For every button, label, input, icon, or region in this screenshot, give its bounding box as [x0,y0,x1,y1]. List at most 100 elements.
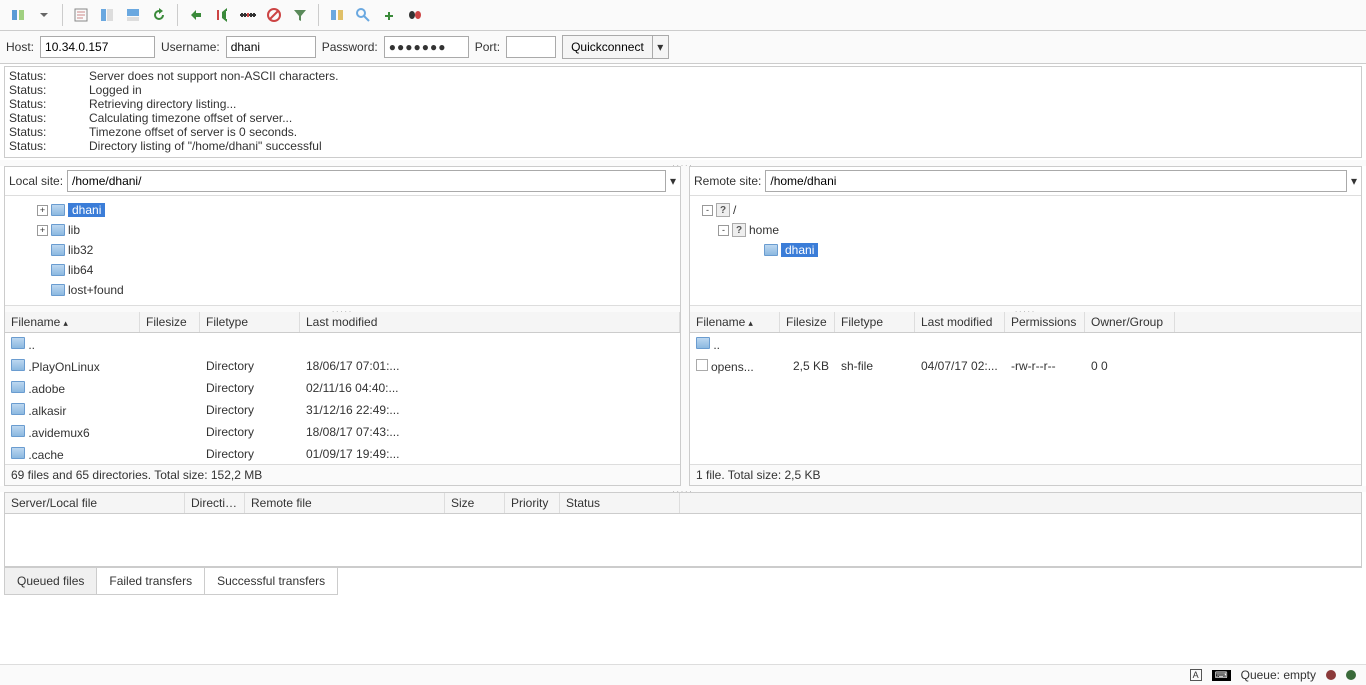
disconnect-icon[interactable] [236,3,260,27]
folder-icon [51,264,65,276]
log-label: Status: [9,111,89,125]
folder-icon [51,284,65,296]
column-header[interactable]: Remote file [245,493,445,513]
tree-item[interactable]: lost+found [7,280,678,300]
column-header[interactable]: Filetype [200,312,300,332]
tree-item[interactable]: + lib [7,220,678,240]
main-toolbar [0,0,1366,31]
process-queue-icon[interactable] [184,3,208,27]
bookmark-icon[interactable] [377,3,401,27]
password-input[interactable]: ●●●●●●● [384,36,469,58]
reconnect-icon[interactable] [262,3,286,27]
toggle-tree-icon[interactable] [95,3,119,27]
queue-tabs: Queued files Failed transfers Successful… [4,567,1362,595]
tree-expander[interactable]: - [718,225,729,236]
tree-item[interactable]: lib64 [7,260,678,280]
column-header[interactable]: Filesize [140,312,200,332]
log-label: Status: [9,125,89,139]
column-header[interactable]: Status [560,493,680,513]
host-label: Host: [6,40,34,54]
find-icon[interactable] [403,3,427,27]
list-item[interactable]: .. [5,333,680,355]
column-header[interactable]: Size [445,493,505,513]
toggle-queue-icon[interactable] [121,3,145,27]
tree-label: lib64 [68,263,93,277]
tree-expander[interactable]: + [37,225,48,236]
password-label: Password: [322,40,378,54]
column-header[interactable]: Filetype [835,312,915,332]
splitter-panes[interactable] [681,166,689,486]
list-item[interactable]: .alkasirDirectory31/12/16 22:49:... [5,399,680,421]
list-item[interactable]: .cacheDirectory01/09/17 19:49:... [5,443,680,464]
tree-label: lib [68,223,80,237]
tab-queued[interactable]: Queued files [4,568,97,595]
remote-file-list[interactable]: ..opens...2,5 KBsh-file04/07/17 02:...-r… [690,333,1361,464]
tree-item[interactable]: -?home [692,220,1359,240]
log-panel[interactable]: Status:Server does not support non-ASCII… [4,66,1362,158]
column-header[interactable]: Server/Local file [5,493,185,513]
compare-icon[interactable] [325,3,349,27]
column-header[interactable]: Priority [505,493,560,513]
quickconnect-button[interactable]: Quickconnect [562,35,653,59]
column-header[interactable]: Filename▴ [690,312,780,332]
port-label: Port: [475,40,500,54]
remote-tree[interactable]: -?/-?home dhani [690,196,1361,306]
refresh-icon[interactable] [147,3,171,27]
sync-browse-icon[interactable] [351,3,375,27]
username-input[interactable] [226,36,316,58]
column-header[interactable]: Filesize [780,312,835,332]
tab-success[interactable]: Successful transfers [204,568,338,595]
tree-label: dhani [781,243,818,257]
chevron-down-icon[interactable]: ▾ [670,174,676,188]
cancel-icon[interactable] [210,3,234,27]
folder-icon [764,244,778,256]
site-manager-icon[interactable] [6,3,30,27]
tree-item[interactable]: + dhani [7,200,678,220]
dropdown-icon[interactable] [32,3,56,27]
column-header[interactable]: Last modified [300,312,680,332]
column-header[interactable]: Permissions [1005,312,1085,332]
list-item[interactable]: .PlayOnLinuxDirectory18/06/17 07:01:... [5,355,680,377]
tree-item[interactable]: -?/ [692,200,1359,220]
column-header[interactable]: Direction [185,493,245,513]
layout-icon: ⌨ [1212,670,1231,681]
folder-icon [11,403,25,415]
folder-icon [51,204,65,216]
quickconnect-dropdown[interactable]: ▾ [653,35,669,59]
column-header[interactable]: Filename▴ [5,312,140,332]
list-item[interactable]: opens...2,5 KBsh-file04/07/17 02:...-rw-… [690,355,1361,377]
tree-label: dhani [68,203,105,217]
tree-label: lib32 [68,243,93,257]
list-item[interactable]: .adobeDirectory02/11/16 04:40:... [5,377,680,399]
column-header[interactable]: Owner/Group [1085,312,1175,332]
transfer-queue: Server/Local fileDirectionRemote fileSiz… [4,492,1362,567]
local-path-input[interactable] [67,170,666,192]
log-message: Directory listing of "/home/dhani" succe… [89,139,322,153]
column-header[interactable]: Last modified [915,312,1005,332]
local-tree[interactable]: + dhani + lib lib32 lib64 lost+found [5,196,680,306]
remote-columns: Filename▴FilesizeFiletypeLast modifiedPe… [690,312,1361,333]
log-message: Logged in [89,83,142,97]
toggle-log-icon[interactable] [69,3,93,27]
folder-icon [11,337,25,349]
tree-label: / [733,203,736,217]
folder-icon [11,381,25,393]
port-input[interactable] [506,36,556,58]
local-status: 69 files and 65 directories. Total size:… [5,464,680,485]
host-input[interactable] [40,36,155,58]
remote-path-input[interactable] [765,170,1347,192]
filter-icon[interactable] [288,3,312,27]
local-columns: Filename▴FilesizeFiletypeLast modified [5,312,680,333]
list-item[interactable]: .. [690,333,1361,355]
local-file-list[interactable]: .. .PlayOnLinuxDirectory18/06/17 07:01:.… [5,333,680,464]
checkbox[interactable] [696,359,708,371]
tree-item[interactable]: dhani [692,240,1359,260]
tab-failed[interactable]: Failed transfers [96,568,205,595]
tree-item[interactable]: lib32 [7,240,678,260]
folder-icon [11,447,25,459]
list-item[interactable]: .avidemux6Directory18/08/17 07:43:... [5,421,680,443]
tree-expander[interactable]: - [702,205,713,216]
folder-icon [696,337,710,349]
chevron-down-icon[interactable]: ▾ [1351,174,1357,188]
tree-expander[interactable]: + [37,205,48,216]
